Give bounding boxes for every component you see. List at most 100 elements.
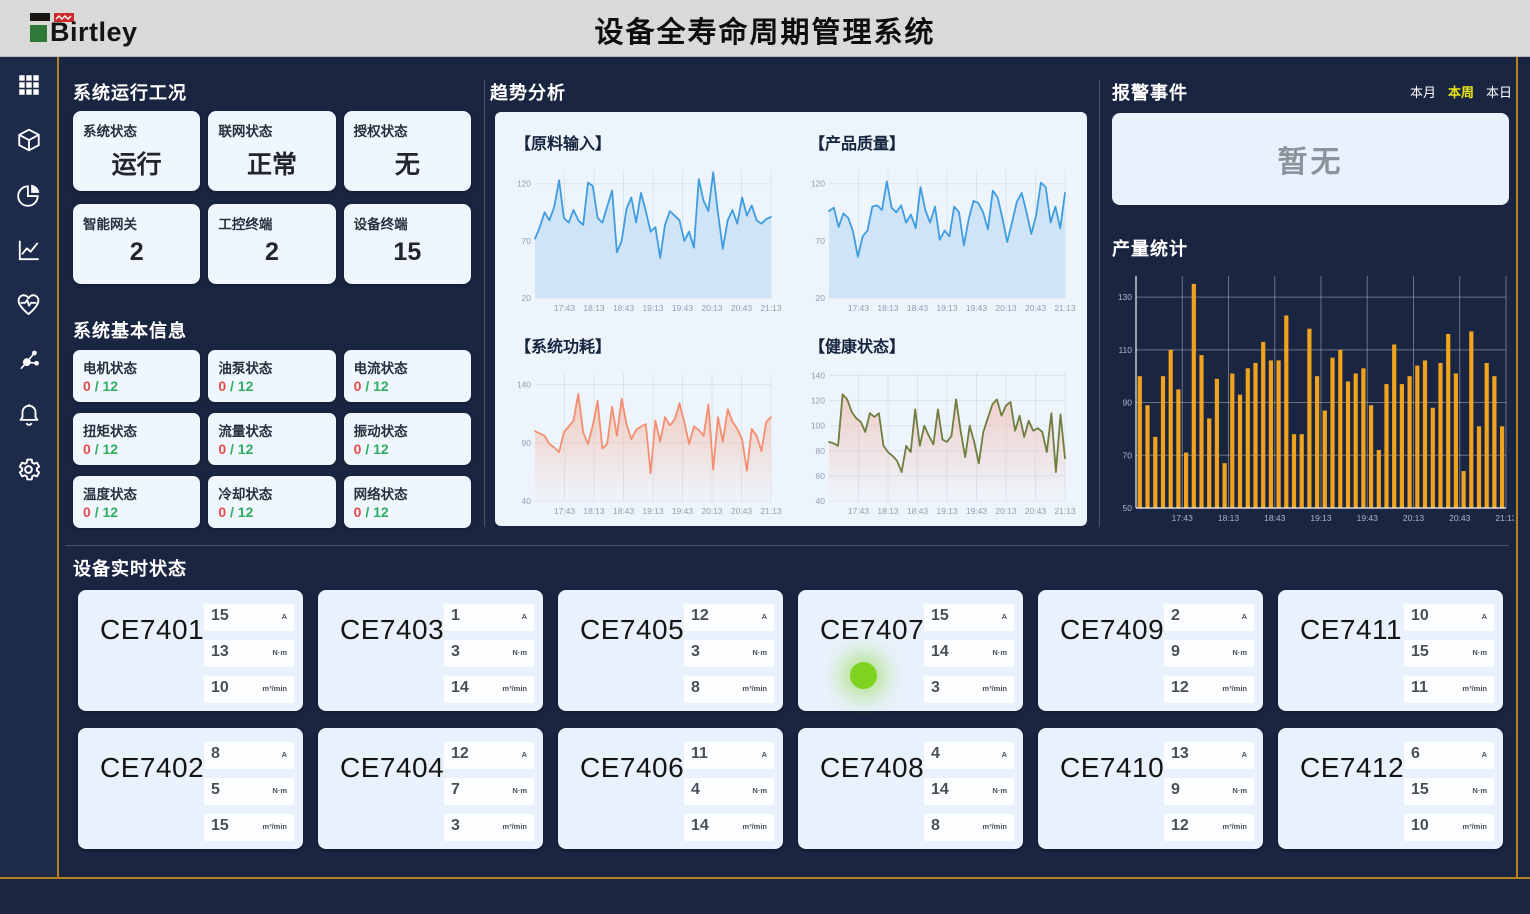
device-metric-value: 5 <box>211 781 220 799</box>
device-metric-value: 9 <box>1171 643 1180 661</box>
device-metric-box: 8 m³/min <box>924 814 1014 841</box>
device-metric-box: 8 A <box>204 742 294 769</box>
info-card: 冷却状态 0 / 12 <box>208 476 335 528</box>
device-metric-unit: N·m <box>992 648 1007 657</box>
section-title-production: 产量统计 <box>1112 235 1188 261</box>
svg-text:17:43: 17:43 <box>1172 513 1194 523</box>
svg-text:17:43: 17:43 <box>848 506 870 516</box>
device-metric-unit: N·m <box>1232 648 1247 657</box>
device-metric-unit: m³/min <box>1222 822 1247 831</box>
device-card[interactable]: CE7407 15 A 14 N·m 3 m³/min <box>798 590 1023 711</box>
info-alarm-count: 0 <box>218 441 226 457</box>
device-metric-value: 3 <box>451 817 460 835</box>
device-metric-box: 11 A <box>684 742 774 769</box>
device-card[interactable]: CE7411 10 A 15 N·m 11 m³/min <box>1278 590 1503 711</box>
device-metric-value: 15 <box>1411 643 1429 661</box>
svg-text:18:13: 18:13 <box>1218 513 1240 523</box>
device-card[interactable]: CE7406 11 A 4 N·m 14 m³/min <box>558 728 783 849</box>
device-metric-value: 10 <box>211 679 229 697</box>
device-metric-unit: N·m <box>992 786 1007 795</box>
device-metric-unit: N·m <box>272 648 287 657</box>
divider <box>484 80 485 527</box>
device-name: CE7407 <box>820 614 924 646</box>
alarm-tab[interactable]: 本日 <box>1486 82 1512 101</box>
svg-text:19:13: 19:13 <box>936 303 958 313</box>
device-card[interactable]: CE7402 8 A 5 N·m 15 m³/min <box>78 728 303 849</box>
frame-line-left <box>57 57 59 878</box>
trend-chart-title: 【原料输入】 <box>515 130 787 154</box>
device-card[interactable]: CE7401 15 A 13 N·m 10 m³/min <box>78 590 303 711</box>
device-metric-value: 10 <box>1411 817 1429 835</box>
device-metric-value: 11 <box>1411 679 1428 697</box>
info-card-count: 0 / 12 <box>354 441 461 457</box>
topology-icon[interactable] <box>0 332 57 387</box>
info-card-label: 网络状态 <box>354 483 461 503</box>
svg-text:40: 40 <box>816 496 826 506</box>
trend-chart-cell: 【系统功耗】 140904017:4318:1318:4319:1319:432… <box>497 319 791 522</box>
settings-gear-icon[interactable] <box>0 442 57 497</box>
svg-text:19:43: 19:43 <box>966 506 988 516</box>
svg-text:70: 70 <box>816 236 826 246</box>
device-card[interactable]: CE7405 12 A 3 N·m 8 m³/min <box>558 590 783 711</box>
divider <box>65 545 1509 546</box>
alarm-bell-icon[interactable] <box>0 387 57 442</box>
device-metric-unit: m³/min <box>1462 822 1487 831</box>
svg-text:20:13: 20:13 <box>995 303 1017 313</box>
svg-text:90: 90 <box>1123 398 1133 408</box>
quality-chart: 120702017:4318:1318:4319:1319:4320:1320:… <box>799 160 1077 318</box>
device-card[interactable]: CE7412 6 A 15 N·m 10 m³/min <box>1278 728 1503 849</box>
info-card: 振动状态 0 / 12 <box>344 413 471 465</box>
alarm-tab[interactable]: 本月 <box>1410 82 1436 101</box>
device-card[interactable]: CE7408 4 A 14 N·m 8 m³/min <box>798 728 1023 849</box>
pie-chart-icon[interactable] <box>0 167 57 222</box>
device-metric-box: 12 A <box>684 604 774 631</box>
info-card-label: 冷却状态 <box>218 483 325 503</box>
info-card-count: 0 / 12 <box>218 441 325 457</box>
svg-text:20:43: 20:43 <box>731 506 753 516</box>
device-card[interactable]: CE7410 13 A 9 N·m 12 m³/min <box>1038 728 1263 849</box>
svg-text:20:43: 20:43 <box>731 303 753 313</box>
device-metric-unit: m³/min <box>502 684 527 693</box>
device-metric-unit: A <box>282 750 287 759</box>
device-metric-value: 10 <box>1411 607 1429 625</box>
alarm-events-card: 暂无 <box>1112 113 1509 205</box>
device-card[interactable]: CE7403 1 A 3 N·m 14 m³/min <box>318 590 543 711</box>
svg-text:140: 140 <box>811 371 825 381</box>
device-metric-box: 14 m³/min <box>684 814 774 841</box>
status-card: 智能网关 2 <box>73 204 200 284</box>
svg-text:18:43: 18:43 <box>613 506 635 516</box>
device-name: CE7405 <box>580 614 684 646</box>
status-card-value: 2 <box>208 238 335 267</box>
device-metric-value: 13 <box>1171 745 1189 763</box>
device-metric-value: 9 <box>1171 781 1180 799</box>
device-metric-value: 11 <box>691 745 708 763</box>
cube-icon[interactable] <box>0 112 57 167</box>
svg-text:21:13: 21:13 <box>1054 303 1076 313</box>
device-card[interactable]: CE7404 12 A 7 N·m 3 m³/min <box>318 728 543 849</box>
trend-chart-cell: 【健康状态】 14012010080604017:4318:1318:4319:… <box>791 319 1085 522</box>
info-card-count: 0 / 12 <box>83 504 190 520</box>
line-chart-icon[interactable] <box>0 222 57 277</box>
device-metric-unit: m³/min <box>502 822 527 831</box>
info-card: 油泵状态 0 / 12 <box>208 350 335 402</box>
apps-grid-icon[interactable] <box>0 57 57 112</box>
device-metric-box: 5 N·m <box>204 778 294 805</box>
svg-text:20:43: 20:43 <box>1449 513 1471 523</box>
divider <box>1099 80 1100 527</box>
section-title-system-status: 系统运行工况 <box>73 79 187 105</box>
device-metric-value: 15 <box>211 607 229 625</box>
device-metric-box: 4 A <box>924 742 1014 769</box>
device-metric-box: 14 N·m <box>924 640 1014 667</box>
health-monitor-icon[interactable] <box>0 277 57 332</box>
device-card[interactable]: CE7409 2 A 9 N·m 12 m³/min <box>1038 590 1263 711</box>
svg-text:21:13: 21:13 <box>1495 513 1514 523</box>
device-name: CE7408 <box>820 752 924 784</box>
info-total-count: / 12 <box>95 378 118 394</box>
svg-text:90: 90 <box>522 438 532 448</box>
alarm-tab[interactable]: 本周 <box>1448 82 1474 101</box>
device-name: CE7410 <box>1060 752 1164 784</box>
info-total-count: / 12 <box>230 441 253 457</box>
footer <box>0 879 1530 914</box>
device-metric-box: 12 A <box>444 742 534 769</box>
info-alarm-count: 0 <box>83 378 91 394</box>
